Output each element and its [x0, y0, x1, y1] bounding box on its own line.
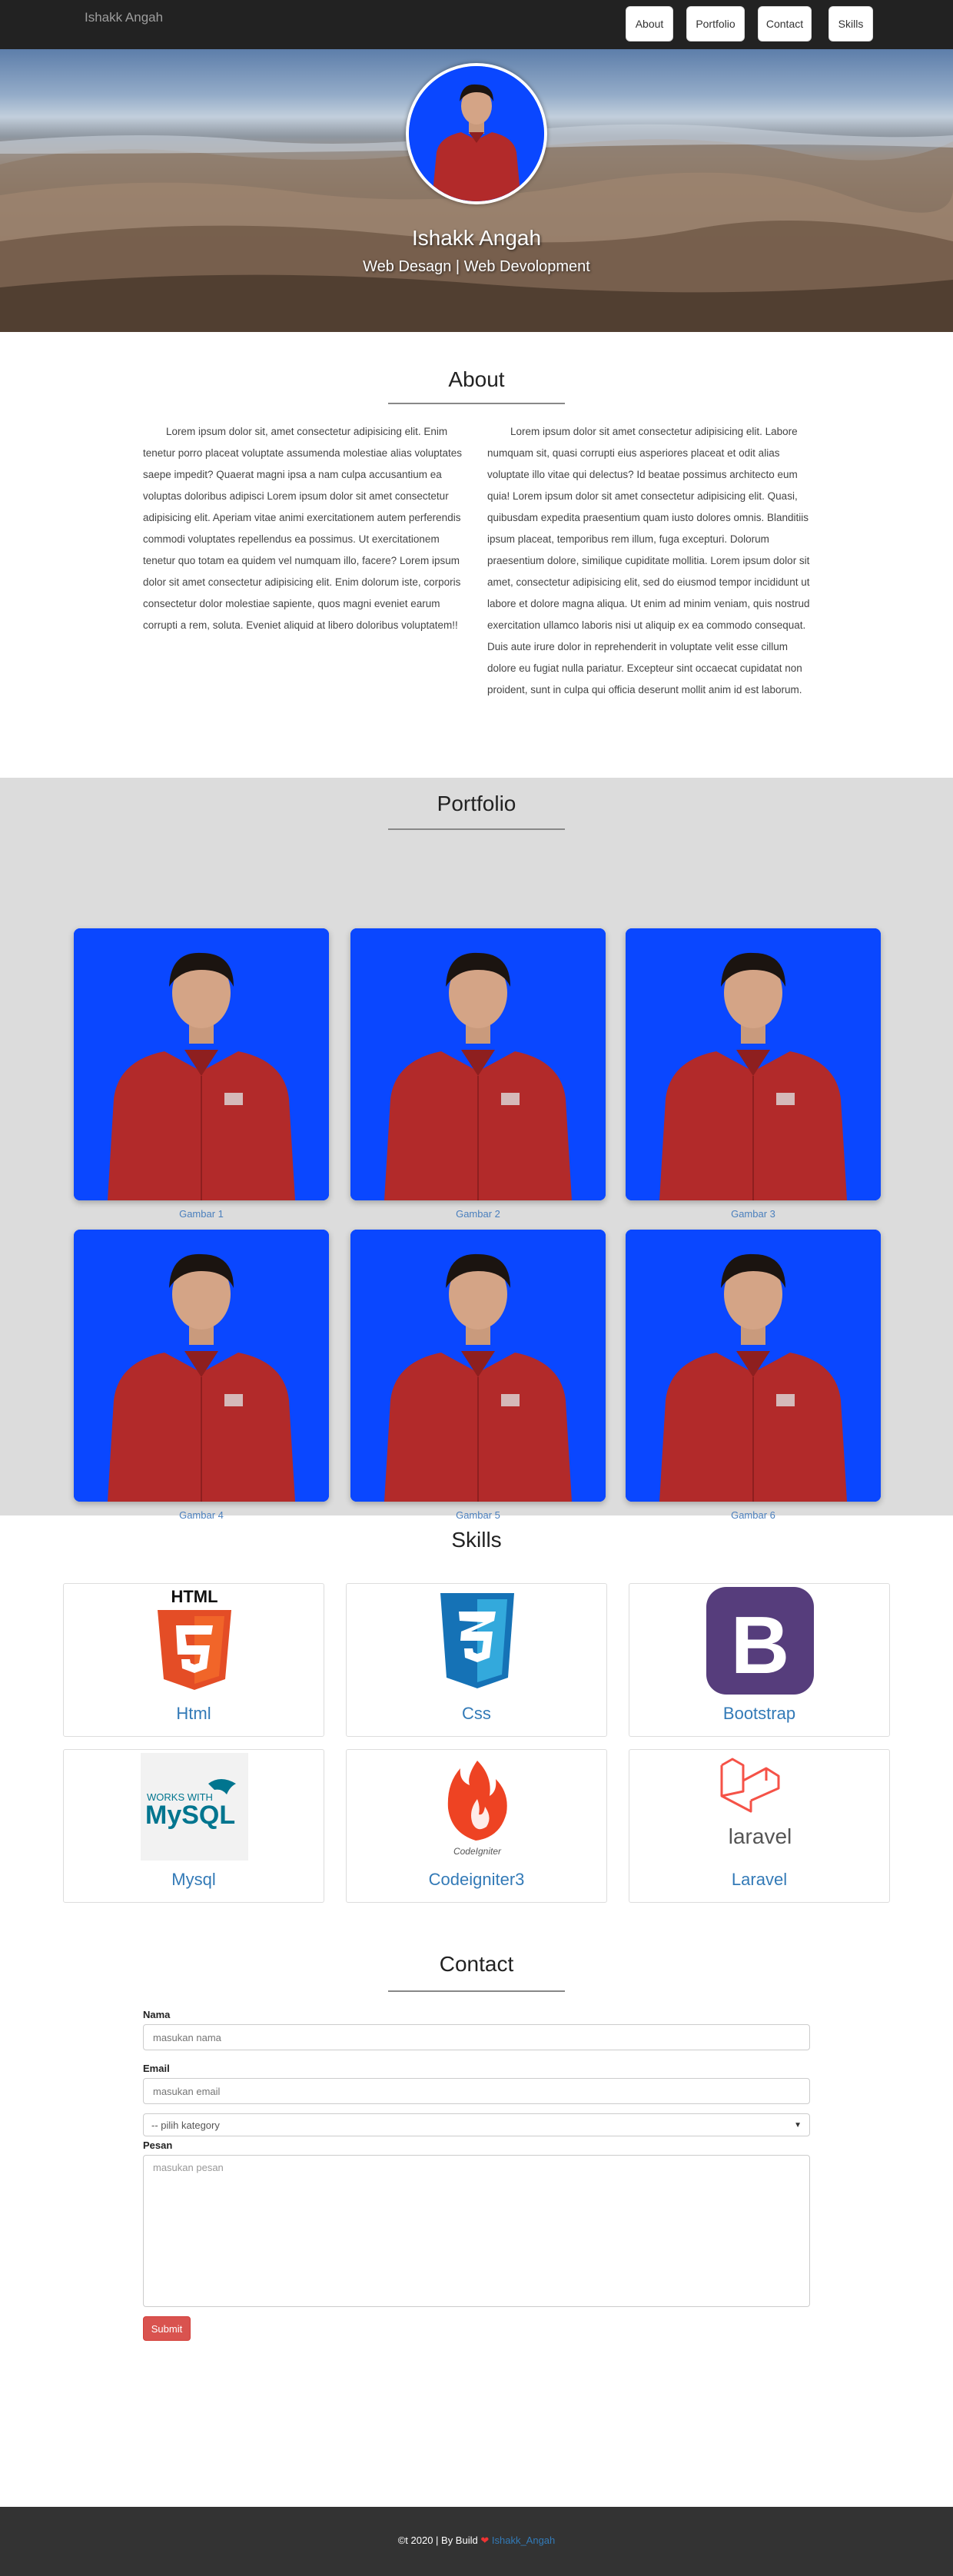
profile-photo — [409, 66, 544, 201]
hero-banner: Ishakk Angah Web Desagn | Web Devolopmen… — [0, 49, 953, 332]
skill-card-laravel[interactable]: laravel Laravel — [629, 1749, 890, 1903]
name-field[interactable] — [143, 2024, 810, 2050]
navbar-brand[interactable]: Ishakk Angah — [85, 10, 163, 25]
message-textarea[interactable]: masukan pesan — [143, 2155, 810, 2307]
footer-author-link[interactable]: Ishakk_Angah — [492, 2535, 555, 2546]
portfolio-card[interactable] — [350, 1230, 606, 1502]
portfolio-card[interactable] — [350, 928, 606, 1200]
about-title: About — [448, 367, 505, 391]
nav-skills[interactable]: Skills — [828, 6, 873, 41]
hero-subtitle: Web Desagn | Web Devolopment — [363, 258, 590, 275]
svg-text:laravel: laravel — [729, 1824, 792, 1848]
skill-name-mysql: Mysql — [171, 1870, 216, 1889]
category-select-value: -- pilih kategory — [151, 2119, 220, 2131]
message-label: Pesan — [143, 2139, 173, 2151]
portfolio-caption: Gambar 2 — [456, 1208, 500, 1220]
portfolio-photo — [74, 1230, 329, 1502]
portfolio-caption: Gambar 6 — [731, 1509, 775, 1521]
portfolio-caption: Gambar 5 — [456, 1509, 500, 1521]
css3-icon — [440, 1593, 514, 1688]
bootstrap-icon: B — [706, 1587, 814, 1695]
html5-icon: HTML — [158, 1587, 231, 1690]
heart-icon: ❤ — [480, 2535, 490, 2546]
portfolio-card[interactable] — [626, 1230, 881, 1502]
nav-about[interactable]: About — [626, 6, 673, 41]
hero-name: Ishakk Angah — [411, 226, 542, 250]
email-field[interactable] — [143, 2078, 810, 2104]
skill-name-html: Html — [176, 1704, 211, 1723]
skill-card-bootstrap[interactable]: B Bootstrap — [629, 1583, 890, 1737]
svg-text:CodeIgniter: CodeIgniter — [453, 1846, 502, 1857]
skill-card-html[interactable]: HTML Html — [63, 1583, 324, 1737]
portfolio-caption: Gambar 1 — [179, 1208, 224, 1220]
skill-name-css: Css — [462, 1704, 491, 1723]
footer: ©t 2020 | By Build ❤ Ishakk_Angah — [0, 2507, 953, 2576]
portfolio-divider — [388, 828, 565, 830]
about-divider — [388, 403, 565, 404]
nav-contact[interactable]: Contact — [758, 6, 812, 41]
mysql-icon: WORKS WITH MySQL — [141, 1753, 248, 1861]
navbar: Ishakk Angah About Portfolio Contact Ski… — [0, 0, 953, 49]
svg-text:HTML: HTML — [171, 1587, 217, 1606]
portfolio-card[interactable] — [626, 928, 881, 1200]
portfolio-card[interactable] — [74, 928, 329, 1200]
portfolio-photo — [350, 1230, 606, 1502]
category-select[interactable]: -- pilih kategory ▼ — [143, 2113, 810, 2136]
nav-portfolio[interactable]: Portfolio — [686, 6, 745, 41]
skill-card-codeigniter[interactable]: CodeIgniter Codeigniter3 — [346, 1749, 607, 1903]
contact-title: Contact — [439, 1952, 514, 1976]
name-label: Nama — [143, 2009, 171, 2020]
skill-card-css[interactable]: Css — [346, 1583, 607, 1737]
portfolio-title: Portfolio — [437, 792, 516, 815]
submit-button[interactable]: Submit — [143, 2316, 191, 2341]
skills-title: Skills — [451, 1528, 502, 1552]
svg-text:B: B — [731, 1600, 790, 1691]
portfolio-caption: Gambar 4 — [179, 1509, 224, 1521]
skill-name-laravel: Laravel — [731, 1870, 788, 1889]
about-text-left: Lorem ipsum dolor sit, amet consectetur … — [143, 426, 462, 631]
laravel-icon: laravel — [720, 1758, 792, 1848]
footer-copyright: ©t 2020 | By Build — [397, 2535, 478, 2546]
skill-card-mysql[interactable]: WORKS WITH MySQL Mysql — [63, 1749, 324, 1903]
svg-text:MySQL: MySQL — [145, 1801, 235, 1830]
about-text-right: Lorem ipsum dolor sit amet consectetur a… — [487, 426, 810, 695]
portfolio-caption: Gambar 3 — [731, 1208, 775, 1220]
codeigniter-icon: CodeIgniter — [447, 1761, 507, 1857]
profile-avatar — [406, 63, 547, 204]
contact-divider — [388, 1990, 565, 1992]
footer-text: ©t 2020 | By Build ❤ Ishakk_Angah — [0, 2535, 953, 2547]
skill-name-codeigniter: Codeigniter3 — [428, 1870, 525, 1889]
portfolio-photo — [350, 928, 606, 1200]
portfolio-photo — [74, 928, 329, 1200]
chevron-down-icon: ▼ — [794, 2120, 802, 2130]
portfolio-card[interactable] — [74, 1230, 329, 1502]
skill-name-bootstrap: Bootstrap — [722, 1704, 796, 1723]
email-label: Email — [143, 2063, 170, 2074]
portfolio-photo — [626, 1230, 881, 1502]
portfolio-photo — [626, 928, 881, 1200]
